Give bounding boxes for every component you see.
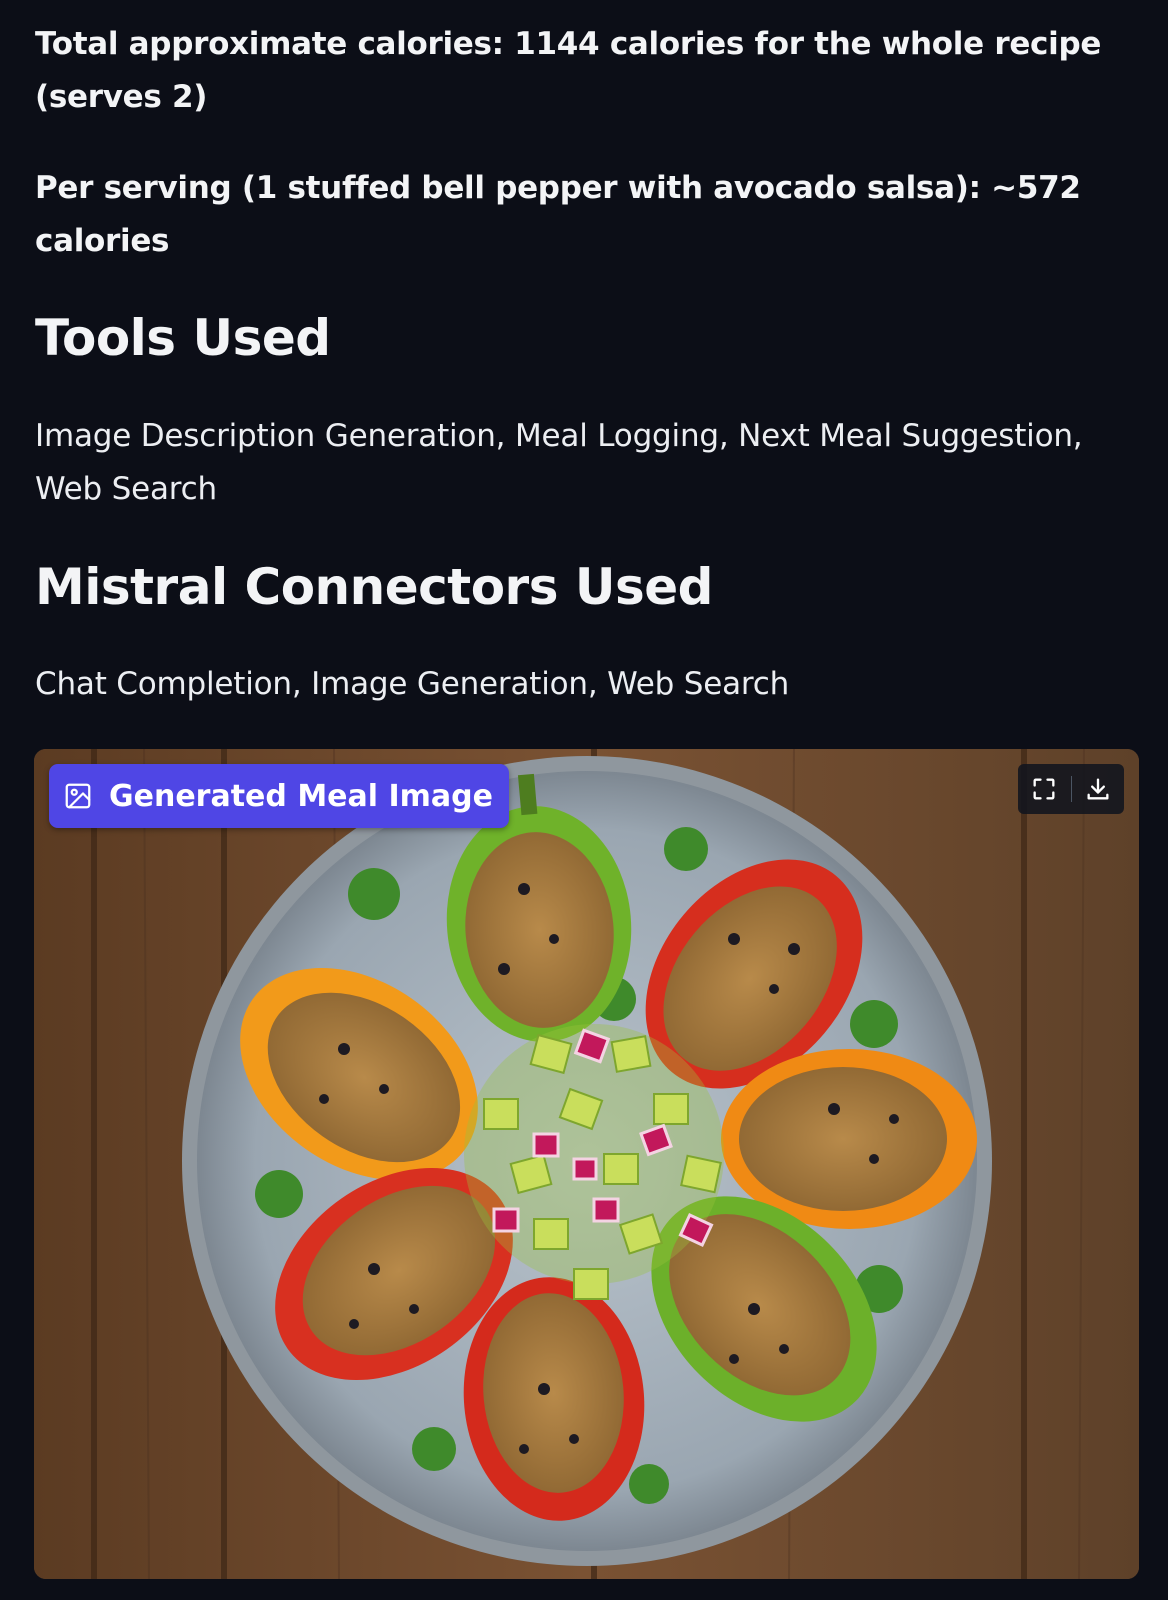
tools-list: Image Description Generation, Meal Loggi… bbox=[35, 418, 1083, 507]
total-calories-text: Total approximate calories: 1144 calorie… bbox=[35, 26, 1102, 115]
download-icon bbox=[1087, 778, 1109, 800]
download-button[interactable] bbox=[1071, 764, 1124, 814]
badge-label: Generated Meal Image bbox=[109, 778, 493, 814]
fullscreen-icon bbox=[1033, 778, 1055, 800]
meal-image bbox=[34, 749, 1139, 1579]
connectors-heading: Mistral Connectors Used bbox=[35, 558, 713, 616]
fullscreen-button[interactable] bbox=[1018, 764, 1071, 814]
image-toolbar bbox=[1018, 764, 1124, 814]
connectors-list: Chat Completion, Image Generation, Web S… bbox=[35, 666, 790, 702]
per-serving-text: Per serving (1 stuffed bell pepper with … bbox=[35, 170, 1081, 259]
generated-meal-image-badge: Generated Meal Image bbox=[49, 764, 509, 828]
message-content: Total approximate calories: 1144 calorie… bbox=[0, 0, 1168, 1600]
image-icon bbox=[63, 781, 93, 811]
tools-heading: Tools Used bbox=[35, 309, 331, 367]
generated-meal-image-card: Generated Meal Image bbox=[34, 749, 1139, 1579]
